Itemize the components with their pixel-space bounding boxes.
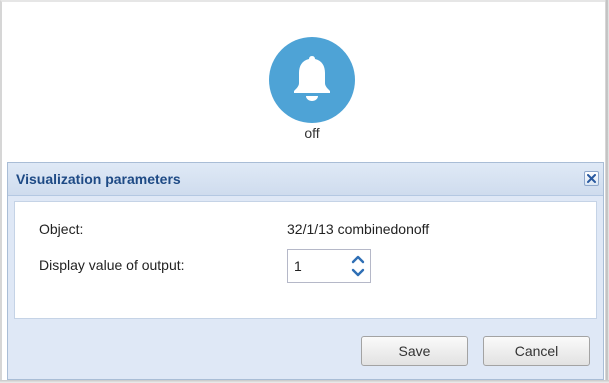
save-button[interactable]: Save — [361, 336, 468, 366]
chevron-down-icon[interactable] — [350, 266, 366, 280]
display-value-spinner — [287, 249, 371, 283]
dialog-body: Object: 32/1/13 combinedonoff Display va… — [14, 201, 597, 319]
object-value: 32/1/13 combinedonoff — [287, 221, 430, 237]
cancel-button[interactable]: Cancel — [483, 336, 590, 366]
close-button[interactable] — [584, 171, 599, 186]
chevron-up-icon[interactable] — [350, 252, 366, 266]
dialog-header: Visualization parameters — [8, 163, 603, 196]
bell-icon — [294, 56, 330, 101]
window-edge-right — [605, 0, 609, 383]
bell-widget[interactable] — [269, 37, 355, 123]
visualization-parameters-dialog: Visualization parameters Object: 32/1/13… — [7, 162, 604, 380]
dialog-title: Visualization parameters — [16, 171, 181, 187]
object-label: Object: — [39, 221, 84, 237]
bell-state-label: off — [304, 125, 320, 141]
display-value-label: Display value of output: — [39, 257, 185, 273]
dialog-footer: Save Cancel — [8, 323, 603, 379]
display-value-input[interactable] — [288, 250, 342, 282]
close-icon — [587, 174, 596, 183]
